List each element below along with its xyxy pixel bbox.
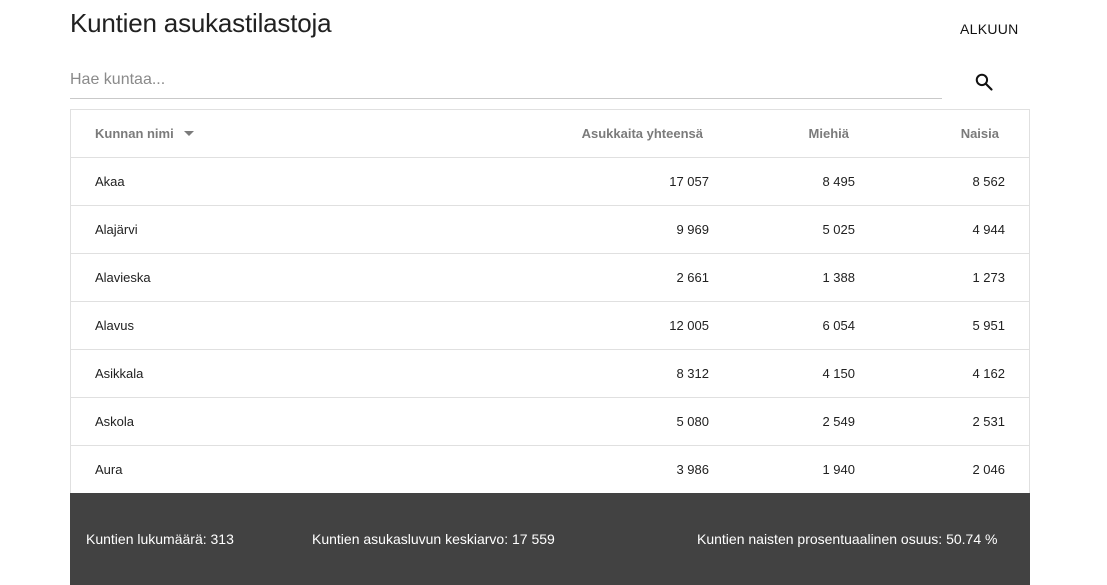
column-header-total[interactable]: Asukkaita yhteensä — [582, 110, 703, 157]
women-share: Kuntien naisten prosentuaalinen osuus: 5… — [697, 531, 998, 547]
table-header-row: Kunnan nimi Asukkaita yhteensä Miehiä Na… — [71, 110, 1029, 158]
column-header-name-label: Kunnan nimi — [95, 126, 174, 141]
row-name: Akaa — [95, 174, 125, 189]
row-women: 1 273 — [972, 270, 1005, 285]
alkuun-link[interactable]: ALKUUN — [960, 21, 1019, 37]
column-header-women[interactable]: Naisia — [961, 110, 999, 157]
row-men: 5 025 — [822, 222, 855, 237]
statistics-footer: Kuntien lukumäärä: 313 Kuntien asukasluv… — [70, 493, 1030, 585]
row-women: 8 562 — [972, 174, 1005, 189]
row-name: Alavus — [95, 318, 135, 333]
sort-desc-icon — [183, 131, 194, 136]
row-total: 12 005 — [669, 318, 709, 333]
search-field — [70, 66, 942, 99]
row-men: 1 388 — [822, 270, 855, 285]
row-total: 2 661 — [676, 270, 709, 285]
search-button[interactable] — [969, 67, 999, 97]
page-title: Kuntien asukastilastoja — [70, 8, 332, 38]
table-row[interactable]: Alavus 12 005 6 054 5 951 — [71, 302, 1029, 350]
row-name: Alajärvi — [95, 222, 138, 237]
table-row[interactable]: Alajärvi 9 969 5 025 4 944 — [71, 206, 1029, 254]
row-total: 17 057 — [669, 174, 709, 189]
row-men: 4 150 — [822, 366, 855, 381]
row-women: 4 162 — [972, 366, 1005, 381]
row-women: 5 951 — [972, 318, 1005, 333]
table-row[interactable]: Asikkala 8 312 4 150 4 162 — [71, 350, 1029, 398]
column-header-men[interactable]: Miehiä — [809, 110, 849, 157]
column-header-name[interactable]: Kunnan nimi — [95, 110, 194, 157]
row-men: 8 495 — [822, 174, 855, 189]
search-icon — [975, 73, 993, 91]
row-men: 6 054 — [822, 318, 855, 333]
row-total: 5 080 — [676, 414, 709, 429]
row-women: 2 046 — [972, 462, 1005, 477]
municipality-table: Kunnan nimi Asukkaita yhteensä Miehiä Na… — [70, 109, 1030, 494]
table-row[interactable]: Akaa 17 057 8 495 8 562 — [71, 158, 1029, 206]
table-row[interactable]: Askola 5 080 2 549 2 531 — [71, 398, 1029, 446]
row-men: 1 940 — [822, 462, 855, 477]
table-row[interactable]: Alavieska 2 661 1 388 1 273 — [71, 254, 1029, 302]
search-input[interactable] — [70, 66, 942, 94]
row-name: Asikkala — [95, 366, 144, 381]
average-population: Kuntien asukasluvun keskiarvo: 17 559 — [312, 531, 555, 547]
row-name: Askola — [95, 414, 135, 429]
row-name: Aura — [95, 462, 123, 477]
table-row[interactable]: Aura 3 986 1 940 2 046 — [71, 446, 1029, 494]
row-total: 9 969 — [676, 222, 709, 237]
row-total: 3 986 — [676, 462, 709, 477]
row-name: Alavieska — [95, 270, 151, 285]
row-total: 8 312 — [676, 366, 709, 381]
row-men: 2 549 — [822, 414, 855, 429]
row-women: 4 944 — [972, 222, 1005, 237]
row-women: 2 531 — [972, 414, 1005, 429]
municipality-count: Kuntien lukumäärä: 313 — [86, 531, 234, 547]
